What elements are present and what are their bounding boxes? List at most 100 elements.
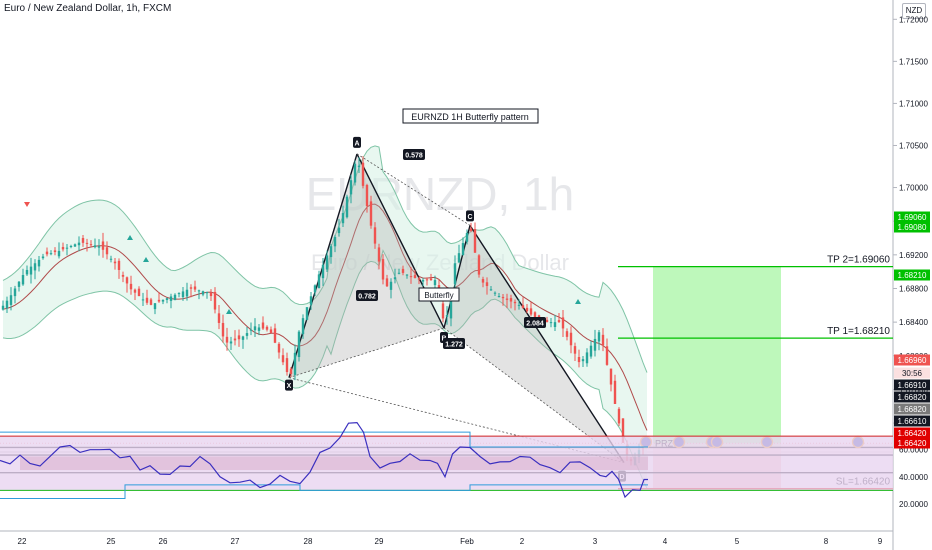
price-badge: 1.66820 (898, 405, 927, 414)
candle-body (253, 326, 257, 331)
candle-body (421, 280, 425, 282)
price-badge: 1.66910 (898, 381, 927, 390)
candle-body (545, 319, 549, 323)
candle-body (73, 244, 77, 247)
candle-body (361, 162, 365, 186)
candle-body (237, 335, 241, 340)
candle-body (561, 317, 565, 329)
candle-body (445, 315, 449, 317)
rsi-mid-band (20, 456, 648, 471)
candle (297, 330, 301, 362)
time-tick-label: 29 (375, 537, 384, 546)
candle-body (293, 352, 297, 375)
candle (345, 194, 349, 219)
candle-body (201, 291, 205, 295)
candle-body (145, 297, 149, 303)
candle-body (461, 243, 465, 256)
candle-body (249, 329, 253, 331)
candle-body (429, 278, 433, 281)
point-c-label: C (467, 214, 472, 221)
candle-body (181, 291, 185, 298)
candle-body (221, 322, 225, 337)
candle-body (497, 296, 501, 298)
tp1-label: TP 1=1.68210 (827, 326, 890, 337)
price-tick-label: 1.70000 (899, 184, 928, 193)
candle-body (353, 163, 357, 183)
time-tick-label: 9 (878, 537, 883, 546)
candle-body (233, 338, 237, 341)
candle-body (209, 292, 213, 297)
candle-body (457, 253, 461, 263)
candle-body (521, 305, 525, 308)
candle-body (509, 298, 513, 302)
time-tick-label: 22 (18, 537, 27, 546)
candle-body (193, 286, 197, 290)
candle-body (109, 258, 113, 260)
candle-body (605, 346, 609, 365)
candle-body (37, 259, 41, 267)
time-tick-label: 26 (159, 537, 168, 546)
candle-body (425, 279, 429, 281)
candle-body (377, 247, 381, 262)
candle-body (121, 274, 125, 277)
candle-body (113, 261, 117, 264)
candle-body (169, 296, 173, 301)
candle-body (185, 289, 189, 297)
candle-body (557, 320, 561, 323)
price-tick-label: 1.71000 (899, 99, 928, 108)
candle-body (41, 256, 45, 259)
candle-body (373, 227, 377, 244)
candle-body (517, 304, 521, 306)
candle-body (257, 327, 261, 331)
candle-body (17, 281, 21, 287)
candle-body (21, 275, 25, 285)
candle-body (357, 165, 361, 168)
candle-body (97, 246, 101, 248)
candle-body (385, 278, 389, 287)
candle (617, 407, 621, 427)
candle-body (617, 408, 621, 424)
candle-body (229, 341, 233, 344)
price-tick-label: 1.68400 (899, 318, 928, 327)
candle-body (465, 232, 469, 242)
time-tick-label: 5 (735, 537, 740, 546)
price-badge: 1.69060 (898, 213, 927, 222)
candle-body (297, 331, 301, 358)
candle-body (401, 268, 405, 273)
trading-chart[interactable]: EURNZD, 1h Euro / New Zealand Dollar TP … (0, 0, 932, 550)
time-tick-label: 2 (520, 537, 525, 546)
candle-body (369, 201, 373, 226)
time-tick-label: 4 (663, 537, 668, 546)
point-a-label: A (354, 140, 359, 147)
candle-body (25, 269, 29, 275)
candle-body (565, 331, 569, 337)
candle-body (613, 380, 617, 404)
candle-body (493, 292, 497, 294)
candle-body (241, 336, 245, 340)
candle-body (277, 343, 281, 353)
price-tick-label: 1.70500 (899, 141, 928, 150)
candle-body (61, 247, 65, 250)
candle-body (481, 279, 485, 283)
candle-body (513, 301, 517, 304)
rsi-tick-label: 20.0000 (899, 500, 928, 509)
candle-body (365, 184, 369, 207)
price-badge: 1.68210 (898, 271, 927, 280)
pattern-title: EURNZD 1H Butterfly pattern (411, 112, 529, 122)
price-badge: 1.66960 (898, 356, 927, 365)
candle-body (597, 332, 601, 342)
pattern-name: Butterfly (424, 291, 453, 300)
candle-body (413, 275, 417, 278)
price-badge: 30:56 (902, 369, 923, 378)
candle (473, 222, 477, 253)
candle-body (289, 368, 293, 375)
candle-body (285, 358, 289, 373)
candle-body (149, 299, 153, 305)
ratio-xb-label: 0.782 (358, 294, 376, 301)
tp2-label: TP 2=1.69060 (827, 255, 890, 266)
price-badge: 1.66420 (898, 439, 927, 448)
candle-body (65, 247, 69, 249)
candle-body (85, 242, 89, 244)
price-tick-label: 1.72000 (899, 15, 928, 24)
candle-body (397, 272, 401, 274)
